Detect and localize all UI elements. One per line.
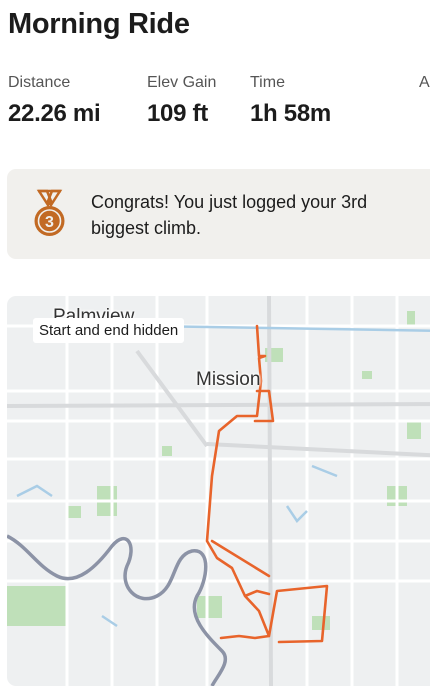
map-canvas bbox=[7, 296, 430, 686]
stat-distance: Distance 22.26 mi bbox=[8, 74, 101, 128]
medal-icon: 3 bbox=[34, 189, 65, 236]
highways bbox=[7, 296, 430, 686]
map-city-label: Mission bbox=[196, 369, 261, 390]
stat-value: 22.26 mi bbox=[8, 100, 101, 127]
stat-label: A bbox=[419, 74, 430, 91]
stat-label: Elev Gain bbox=[147, 74, 217, 91]
stat-label: Time bbox=[250, 74, 285, 91]
route-map[interactable]: Palmview Start and end hidden Mission bbox=[7, 296, 430, 686]
achievement-banner[interactable]: 3 Congrats! You just logged your 3rd big… bbox=[7, 169, 430, 259]
stat-time: Time 1h 58m bbox=[250, 74, 331, 128]
stat-label: Distance bbox=[8, 74, 71, 91]
stat-truncated: A bbox=[419, 74, 430, 100]
stat-elev-gain: Elev Gain 109 ft bbox=[147, 74, 216, 128]
streets bbox=[7, 296, 430, 686]
stat-value: 1h 58m bbox=[250, 100, 331, 127]
start-end-hidden-badge: Start and end hidden bbox=[33, 318, 185, 343]
activity-title: Morning Ride bbox=[8, 8, 190, 40]
medal-number: 3 bbox=[45, 214, 54, 231]
achievement-text: Congrats! You just logged your 3rd bigge… bbox=[91, 192, 368, 238]
stat-value: 109 ft bbox=[147, 100, 208, 127]
